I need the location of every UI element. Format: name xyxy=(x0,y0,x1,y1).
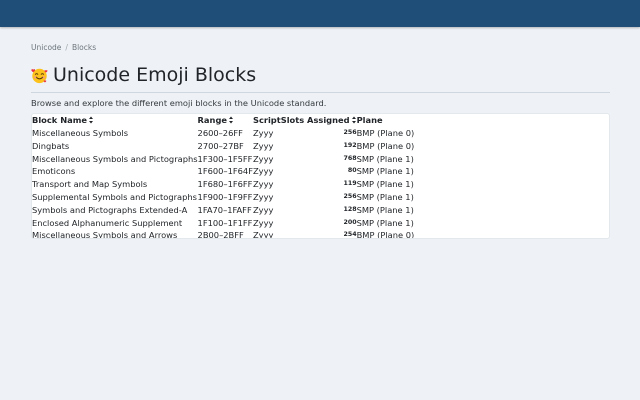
cell-plane: SMP (Plane 1) xyxy=(356,166,414,177)
cell-slots-assigned: 256 xyxy=(343,129,357,136)
table-row[interactable]: Supplemental Symbols and Pictographs 1F9… xyxy=(32,191,427,204)
column-header-plane[interactable]: Plane xyxy=(357,114,427,127)
cell-block-name: Dingbats xyxy=(32,140,70,151)
table-row[interactable]: Emoticons 1F600–1F64F Zyyy 80 SMP (Plane… xyxy=(32,165,427,178)
cell-script: Zyyy xyxy=(252,153,274,164)
cell-plane: BMP (Plane 0) xyxy=(356,230,415,239)
cell-range: 1FA70–1FAFF xyxy=(197,204,252,215)
page-title: Unicode Emoji Blocks xyxy=(53,64,257,86)
cell-plane: SMP (Plane 1) xyxy=(356,153,414,164)
breadcrumb-separator: / xyxy=(65,43,68,52)
cell-script: Zyyy xyxy=(252,217,274,228)
title-divider xyxy=(31,92,610,93)
cell-range: 1F600–1F64F xyxy=(197,166,253,177)
cell-script: Zyyy xyxy=(252,230,274,239)
column-header-range[interactable]: Range xyxy=(198,114,253,127)
cell-range: 1F680–1F6FF xyxy=(197,179,253,190)
column-header-label: Plane xyxy=(356,115,383,126)
sort-icon xyxy=(89,116,94,124)
column-header-label: Block Name xyxy=(32,115,88,126)
table-body: Miscellaneous Symbols 2600–26FF Zyyy 256… xyxy=(32,127,427,239)
cell-range: 2B00–2BFF xyxy=(197,230,244,239)
page-title-row: Unicode Emoji Blocks xyxy=(31,62,610,88)
main-content: Unicode / Blocks Unicode Emoji Blocks Brow… xyxy=(31,27,610,239)
cell-range: 1F100–1F1FF xyxy=(197,217,253,228)
cell-block-name: Enclosed Alphanumeric Supplement xyxy=(32,217,183,228)
breadcrumb: Unicode / Blocks xyxy=(31,43,610,53)
cell-plane: SMP (Plane 1) xyxy=(356,204,414,215)
cell-range: 2600–26FF xyxy=(197,128,243,138)
cell-slots-assigned: 768 xyxy=(343,154,357,162)
cell-range: 2700–27BF xyxy=(197,140,244,151)
cell-plane: BMP (Plane 0) xyxy=(356,128,415,138)
table-row[interactable]: Miscellaneous Symbols and Arrows 2B00–2B… xyxy=(32,229,427,239)
table-row[interactable]: Symbols and Pictographs Extended-A 1FA70… xyxy=(32,204,427,217)
cell-slots-assigned: 200 xyxy=(343,218,357,226)
cell-block-name: Miscellaneous Symbols and Arrows xyxy=(32,230,178,239)
cell-script: Zyyy xyxy=(252,179,274,190)
page-description: Browse and explore the different emoji b… xyxy=(31,98,327,108)
table-row[interactable]: Miscellaneous Symbols 2600–26FF Zyyy 256… xyxy=(32,127,427,140)
cell-script: Zyyy xyxy=(252,191,274,202)
cell-range: 1F900–1F9FF xyxy=(197,191,253,202)
column-header-label: Script xyxy=(252,115,281,126)
table-header-row: Block Name Range Script Slots Assigned P… xyxy=(32,114,427,127)
cell-block-name: Emoticons xyxy=(32,166,76,177)
cell-block-name: Supplemental Symbols and Pictographs xyxy=(32,191,197,202)
column-header-script[interactable]: Script xyxy=(253,114,281,127)
column-header-block-name[interactable]: Block Name xyxy=(32,114,198,127)
cell-block-name: Symbols and Pictographs Extended-A xyxy=(32,204,188,215)
column-header-slots-assigned[interactable]: Slots Assigned xyxy=(281,114,357,127)
breadcrumb-link-unicode[interactable]: Unicode xyxy=(31,43,61,52)
cell-script: Zyyy xyxy=(252,128,274,138)
cell-plane: SMP (Plane 1) xyxy=(356,179,414,190)
cell-script: Zyyy xyxy=(252,204,274,215)
sort-icon xyxy=(229,116,234,124)
cell-slots-assigned: 80 xyxy=(347,167,357,175)
cell-block-name: Miscellaneous Symbols xyxy=(32,128,129,138)
smiling-face-with-hearts-icon xyxy=(31,68,48,83)
table-row[interactable]: Miscellaneous Symbols and Pictographs 1F… xyxy=(32,153,427,166)
cell-range: 1F300–1F5FF xyxy=(197,153,253,164)
cell-plane: SMP (Plane 1) xyxy=(356,217,414,228)
cell-slots-assigned: 192 xyxy=(343,141,357,149)
blocks-table-card: Block Name Range Script Slots Assigned P… xyxy=(31,113,610,239)
table-row[interactable]: Transport and Map Symbols 1F680–1F6FF Zy… xyxy=(32,178,427,191)
cell-block-name: Transport and Map Symbols xyxy=(32,179,148,190)
cell-slots-assigned: 254 xyxy=(343,231,357,239)
cell-slots-assigned: 256 xyxy=(343,192,357,200)
cell-script: Zyyy xyxy=(252,140,274,151)
cell-slots-assigned: 119 xyxy=(343,180,357,188)
table-row[interactable]: Enclosed Alphanumeric Supplement 1F100–1… xyxy=(32,217,427,230)
cell-script: Zyyy xyxy=(252,166,274,177)
table-row[interactable]: Dingbats 2700–27BF Zyyy 192 BMP (Plane 0… xyxy=(32,140,427,153)
cell-plane: BMP (Plane 0) xyxy=(356,140,415,151)
blocks-table: Block Name Range Script Slots Assigned P… xyxy=(32,114,427,239)
cell-slots-assigned: 128 xyxy=(343,205,357,213)
top-navbar xyxy=(0,0,640,27)
column-header-label: Range xyxy=(197,115,228,126)
column-header-label: Slots Assigned xyxy=(280,115,350,126)
cell-block-name: Miscellaneous Symbols and Pictographs xyxy=(32,153,198,164)
breadcrumb-link-blocks[interactable]: Blocks xyxy=(72,43,96,52)
cell-plane: SMP (Plane 1) xyxy=(356,191,414,202)
